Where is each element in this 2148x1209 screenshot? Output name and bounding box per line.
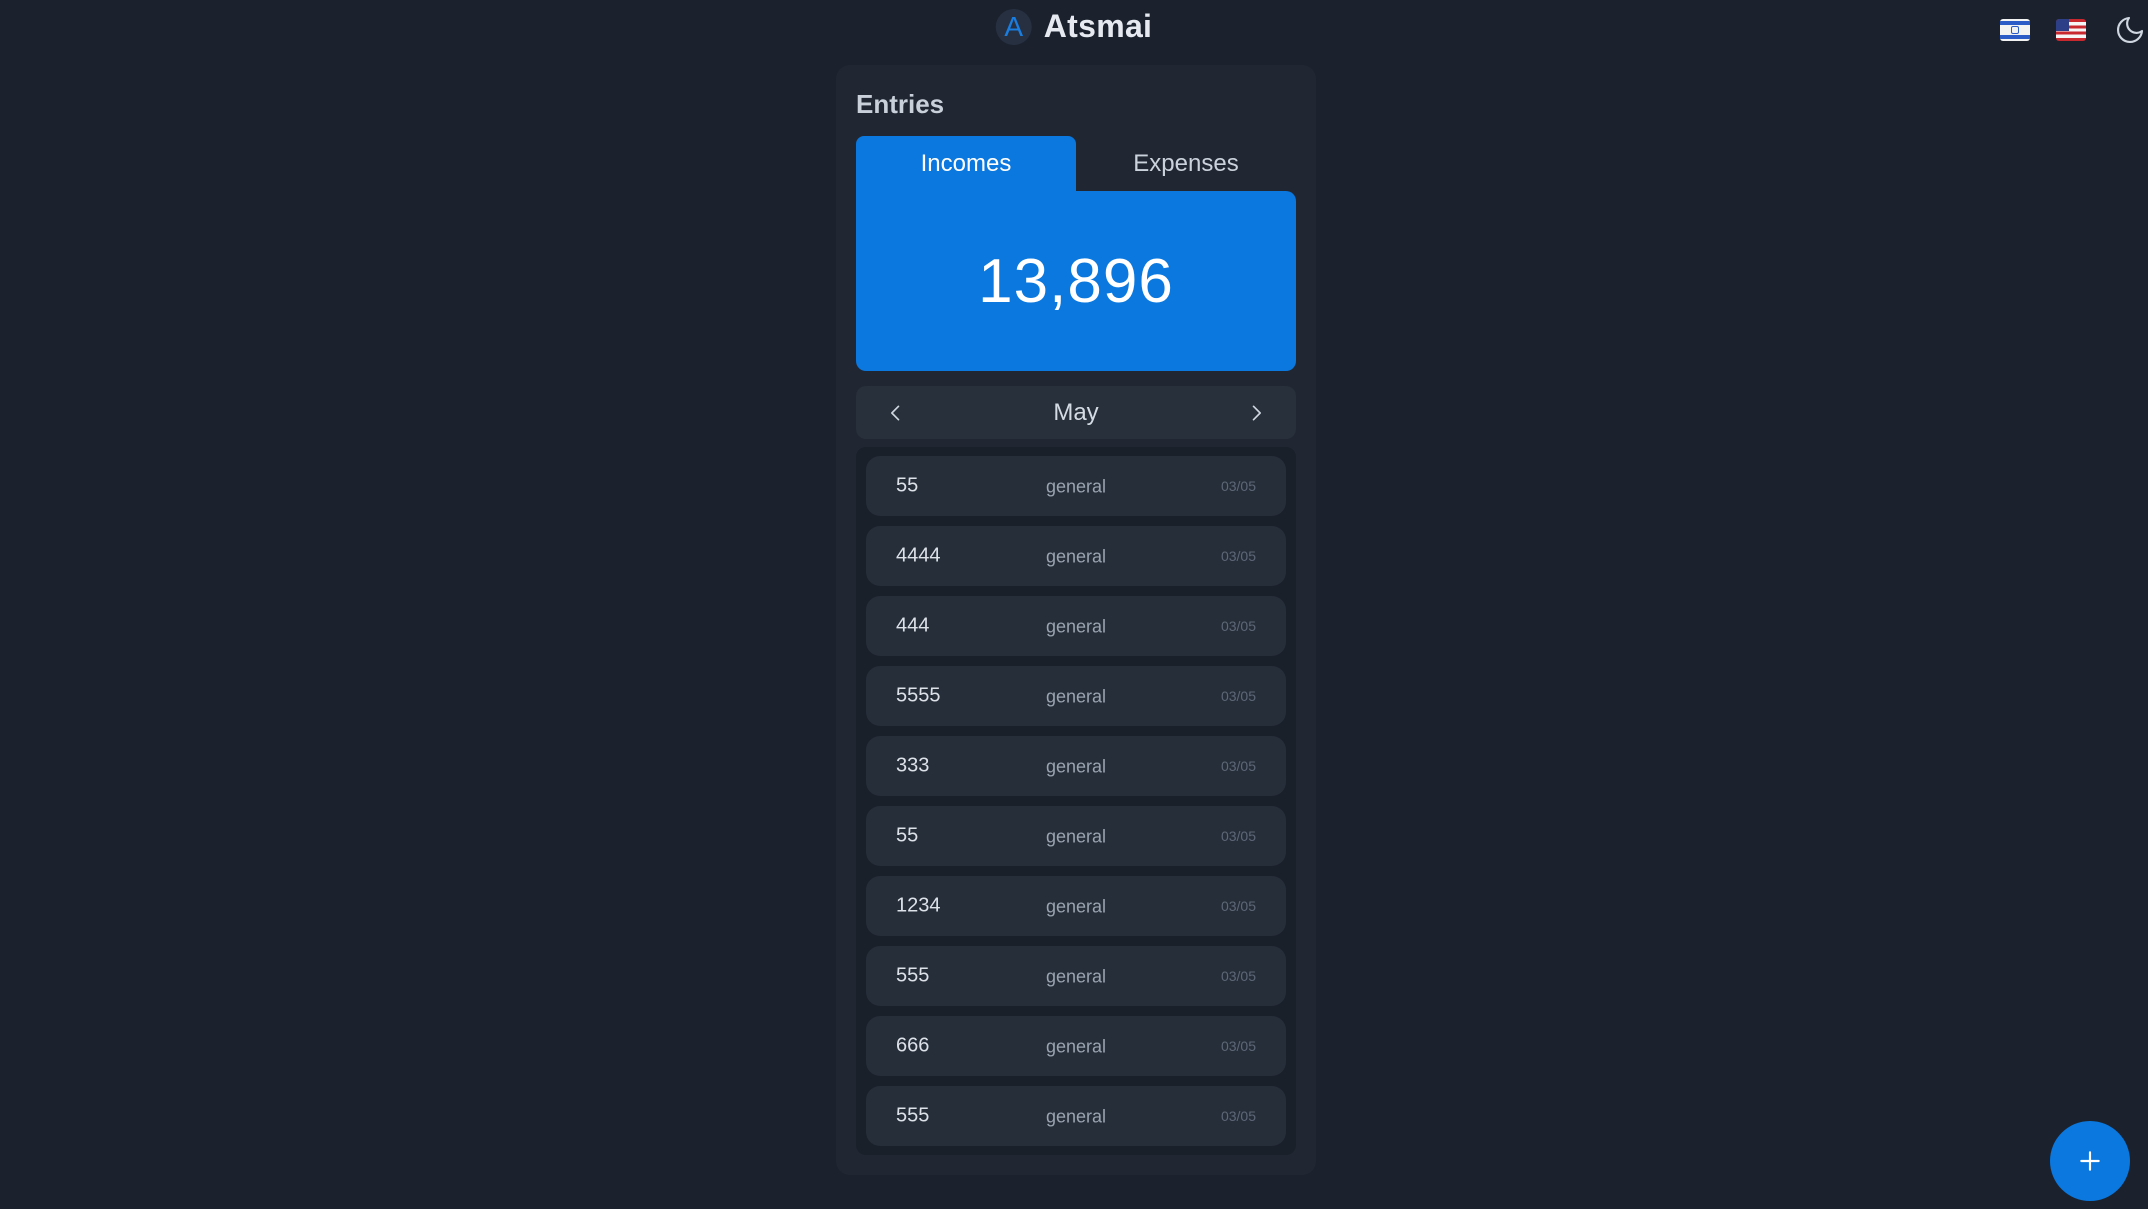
entry-category: general bbox=[1045, 1036, 1107, 1057]
entry-amount: 333 bbox=[896, 754, 930, 777]
previous-month-button[interactable] bbox=[884, 401, 908, 425]
entry-amount: 55 bbox=[896, 474, 919, 497]
entry-category: general bbox=[1045, 756, 1107, 777]
chevron-right-icon bbox=[1252, 405, 1261, 420]
app-logo: A bbox=[995, 8, 1032, 45]
entry-category: general bbox=[1045, 616, 1107, 637]
entry-category: general bbox=[1045, 686, 1107, 707]
list-item[interactable]: 5555 general 03/05 bbox=[866, 666, 1286, 726]
list-item[interactable]: 444 general 03/05 bbox=[866, 596, 1286, 656]
list-item[interactable]: 1234 general 03/05 bbox=[866, 876, 1286, 936]
list-item[interactable]: 55 general 03/05 bbox=[866, 806, 1286, 866]
tab-expenses[interactable]: Expenses bbox=[1076, 136, 1296, 192]
current-month: May bbox=[1053, 398, 1099, 426]
entry-amount: 555 bbox=[896, 1104, 930, 1127]
list-item[interactable]: 55 general 03/05 bbox=[866, 456, 1286, 516]
app-page: A Atsmai Entries Incomes Expenses 13,896… bbox=[0, 0, 2148, 1209]
app-title: Atsmai bbox=[1043, 8, 1153, 44]
header-actions bbox=[2000, 12, 2148, 48]
us-flag-icon[interactable] bbox=[2056, 19, 2086, 41]
total-amount: 13,896 bbox=[978, 246, 1174, 316]
entry-category: general bbox=[1045, 1106, 1107, 1127]
moon-icon[interactable] bbox=[2112, 12, 2148, 48]
entries-card: Entries Incomes Expenses 13,896 May 55 g… bbox=[836, 65, 1316, 1175]
tab-incomes[interactable]: Incomes bbox=[856, 136, 1076, 192]
entry-date: 03/05 bbox=[1220, 828, 1256, 844]
entry-amount: 444 bbox=[896, 614, 930, 637]
entry-date: 03/05 bbox=[1220, 618, 1256, 634]
card-title: Entries bbox=[856, 89, 945, 119]
entry-amount: 1234 bbox=[896, 894, 941, 917]
entry-date: 03/05 bbox=[1220, 1108, 1256, 1124]
entry-amount: 666 bbox=[896, 1034, 930, 1057]
entry-amount: 4444 bbox=[896, 544, 941, 567]
list-item[interactable]: 555 general 03/05 bbox=[866, 1086, 1286, 1146]
entry-amount: 55 bbox=[896, 824, 919, 847]
entry-amount: 555 bbox=[896, 964, 930, 987]
chevron-left-icon bbox=[891, 405, 900, 420]
entry-date: 03/05 bbox=[1220, 548, 1256, 564]
add-entry-button[interactable] bbox=[2050, 1121, 2130, 1201]
entry-category: general bbox=[1045, 476, 1107, 497]
entry-category: general bbox=[1045, 826, 1107, 847]
next-month-button[interactable] bbox=[1244, 401, 1268, 425]
entries-list: 55 general 03/05 4444 general 03/05 444 … bbox=[856, 447, 1296, 1155]
list-item[interactable]: 333 general 03/05 bbox=[866, 736, 1286, 796]
entry-date: 03/05 bbox=[1220, 688, 1256, 704]
entry-category: general bbox=[1045, 896, 1107, 917]
entry-category: general bbox=[1045, 966, 1107, 987]
total-panel: 13,896 bbox=[856, 191, 1296, 371]
entry-date: 03/05 bbox=[1220, 968, 1256, 984]
list-item[interactable]: 4444 general 03/05 bbox=[866, 526, 1286, 586]
entry-date: 03/05 bbox=[1220, 758, 1256, 774]
entry-date: 03/05 bbox=[1220, 478, 1256, 494]
entry-date: 03/05 bbox=[1220, 898, 1256, 914]
month-navigator: May bbox=[856, 386, 1296, 439]
entry-amount: 5555 bbox=[896, 684, 941, 707]
israel-flag-icon[interactable] bbox=[2000, 19, 2030, 41]
list-item[interactable]: 666 general 03/05 bbox=[866, 1016, 1286, 1076]
entry-type-tabs: Incomes Expenses bbox=[856, 136, 1296, 192]
entry-category: general bbox=[1045, 546, 1107, 567]
plus-icon bbox=[2080, 1151, 2100, 1171]
entry-date: 03/05 bbox=[1220, 1038, 1256, 1054]
list-item[interactable]: 555 general 03/05 bbox=[866, 946, 1286, 1006]
app-brand: A Atsmai bbox=[995, 8, 1153, 45]
